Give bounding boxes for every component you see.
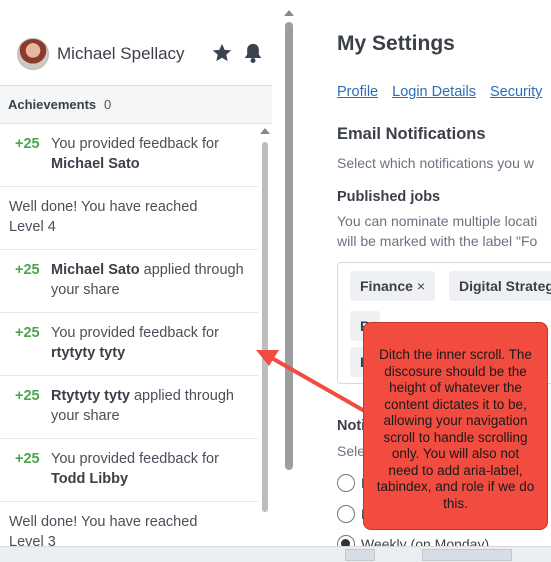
list-item: Well done! You have reached Level 4 bbox=[0, 187, 258, 250]
achievement-text: You provided feedback for Todd Libby bbox=[51, 451, 219, 487]
achievement-text: You provided feedback for rtytyty tyty bbox=[51, 325, 219, 361]
achievements-count: 0 bbox=[104, 97, 112, 112]
points-badge: +25 bbox=[15, 262, 40, 278]
achievement-text: Well done! You have reached Level 3 bbox=[9, 514, 198, 547]
tab-profile[interactable]: Profile bbox=[337, 84, 378, 100]
close-icon[interactable]: × bbox=[417, 278, 425, 294]
radio-option-weekly[interactable] bbox=[337, 535, 355, 546]
list-item: +25 Rtytyty tyty applied through your sh… bbox=[0, 376, 258, 439]
avatar[interactable] bbox=[17, 38, 49, 70]
achievements-title: Achievements bbox=[8, 97, 97, 112]
annotation-callout: Ditch the inner scroll. The discosure sh… bbox=[363, 322, 548, 530]
user-bar: Michael Spellacy bbox=[0, 30, 278, 80]
list-item: +25 You provided feedback for Michael Sa… bbox=[0, 124, 258, 187]
list-item: +25 Michael Sato applied through your sh… bbox=[0, 250, 258, 313]
email-notifications-desc: Select which notifications you w bbox=[337, 155, 534, 171]
radio-label: Weekly (on Monday) bbox=[361, 536, 490, 546]
window-thumbnail[interactable] bbox=[345, 549, 375, 561]
achievement-text: You provided feedback for Michael Sato bbox=[51, 136, 219, 172]
list-item: Well done! You have reached Level 3 bbox=[0, 502, 258, 547]
star-icon[interactable] bbox=[211, 42, 233, 64]
navigation-scrollbar[interactable] bbox=[281, 8, 297, 546]
tag-finance[interactable]: Finance × bbox=[350, 271, 436, 301]
inner-scrollbar[interactable] bbox=[258, 124, 272, 547]
published-jobs-desc: will be marked with the label "Fo bbox=[337, 233, 538, 249]
scroll-up-icon[interactable] bbox=[260, 128, 270, 134]
achievements-header[interactable]: Achievements 0 bbox=[0, 86, 272, 124]
email-notifications-title: Email Notifications bbox=[337, 125, 486, 143]
list-item: +25 You provided feedback for Todd Libby bbox=[0, 439, 258, 502]
achievement-text: Well done! You have reached Level 4 bbox=[9, 199, 198, 235]
achievements-list[interactable]: +25 You provided feedback for Michael Sa… bbox=[0, 124, 258, 547]
navigation-scrollbar-thumb[interactable] bbox=[285, 22, 293, 470]
user-name[interactable]: Michael Spellacy bbox=[57, 44, 185, 64]
published-jobs-title: Published jobs bbox=[337, 189, 441, 205]
settings-tabs: Profile Login Details Security bbox=[337, 84, 551, 100]
scroll-up-icon[interactable] bbox=[284, 10, 294, 16]
points-badge: +25 bbox=[15, 325, 40, 341]
points-badge: +25 bbox=[15, 136, 40, 152]
radio-option[interactable] bbox=[337, 505, 355, 523]
points-badge: +25 bbox=[15, 388, 40, 404]
achievement-text: Michael Sato applied through your share bbox=[51, 262, 244, 298]
achievement-text: Rtytyty tyty applied through your share bbox=[51, 388, 234, 424]
notification-frequency-desc: Sele bbox=[337, 443, 366, 459]
bell-icon[interactable] bbox=[243, 42, 263, 64]
tab-security[interactable]: Security bbox=[490, 84, 542, 100]
published-jobs-desc: You can nominate multiple locati bbox=[337, 213, 538, 229]
tag-digital-strategy[interactable]: Digital Strateg bbox=[449, 271, 551, 301]
inner-scrollbar-thumb[interactable] bbox=[262, 142, 268, 512]
tab-login-details[interactable]: Login Details bbox=[392, 84, 476, 100]
list-item: +25 You provided feedback for rtytyty ty… bbox=[0, 313, 258, 376]
taskbar-strip bbox=[0, 546, 551, 562]
notification-frequency-title: Noti bbox=[337, 418, 366, 434]
page-title: My Settings bbox=[337, 32, 455, 55]
left-panel: Michael Spellacy Achievements 0 +25 You … bbox=[0, 0, 278, 547]
radio-option[interactable] bbox=[337, 474, 355, 492]
window-thumbnail[interactable] bbox=[422, 549, 512, 561]
points-badge: +25 bbox=[15, 451, 40, 467]
achievements-panel: Achievements 0 +25 You provided feedback… bbox=[0, 85, 272, 547]
